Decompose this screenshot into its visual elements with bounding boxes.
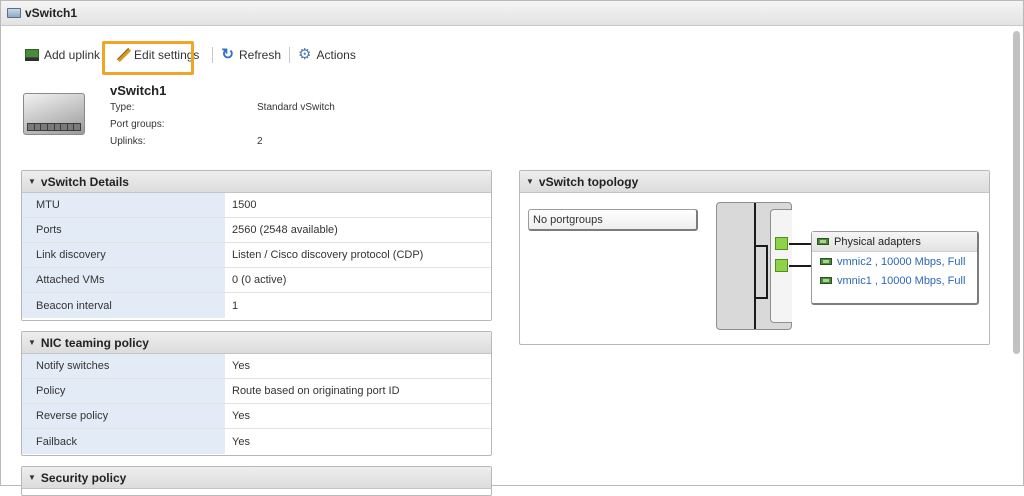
adapter-label[interactable]: vmnic1 , 10000 Mbps, Full: [837, 275, 965, 287]
row-value: Listen / Cisco discovery protocol (CDP): [232, 249, 424, 261]
collapse-triangle-icon: ▼: [28, 338, 36, 347]
uplinks-value: 2: [257, 136, 263, 147]
nic-icon: [820, 277, 832, 284]
window-titlebar: vSwitch1: [1, 1, 1023, 26]
row-value: 1500: [232, 199, 257, 211]
nic-icon: [820, 258, 832, 265]
physical-adapters-box: Physical adapters vmnic2 , 10000 Mbps, F…: [811, 231, 979, 305]
uplink-port-icon[interactable]: [775, 259, 788, 272]
table-row: Beacon interval 1: [22, 293, 491, 318]
gear-icon: ⚙: [298, 46, 312, 63]
portgroups-box[interactable]: No portgroups: [528, 209, 698, 231]
row-label: Attached VMs: [22, 268, 225, 292]
uplink-port-icon[interactable]: [775, 237, 788, 250]
refresh-button[interactable]: ↻ Refresh: [221, 43, 281, 67]
row-label: Policy: [22, 379, 225, 403]
scrollbar-thumb[interactable]: [1013, 31, 1020, 354]
table-row: Ports 2560 (2548 available): [22, 218, 491, 243]
row-label: Link discovery: [22, 243, 225, 267]
row-label: Reverse policy: [22, 404, 225, 428]
vswitch-image: [23, 93, 85, 135]
nic-teaming-title: NIC teaming policy: [40, 335, 149, 350]
row-label: Notify switches: [22, 354, 225, 378]
edit-settings-highlight: [102, 41, 194, 75]
vswitch-topology-header[interactable]: ▼ vSwitch topology: [520, 171, 989, 193]
nic-teaming-panel: ▼ NIC teaming policy Notify switches Yes …: [21, 331, 492, 456]
security-policy-title: Security policy: [40, 470, 127, 485]
row-value: Yes: [232, 435, 250, 448]
table-row: Reverse policy Yes: [22, 404, 491, 429]
port-groups-label: Port groups:: [110, 119, 165, 130]
row-value: 1: [232, 299, 239, 312]
collapse-triangle-icon: ▼: [28, 177, 36, 186]
table-row: Attached VMs 0 (0 active): [22, 268, 491, 293]
row-value: 0 (0 active): [232, 274, 287, 286]
adapter-item[interactable]: vmnic2 , 10000 Mbps, Full: [812, 252, 977, 271]
table-row: Failback Yes: [22, 429, 491, 454]
vswitch-name: vSwitch1: [110, 83, 167, 98]
window-title: vSwitch1: [25, 6, 78, 20]
add-uplink-button[interactable]: Add uplink: [25, 43, 100, 67]
actions-button[interactable]: ⚙ Actions: [298, 43, 356, 67]
vswitch-topology-title: vSwitch topology: [538, 174, 639, 189]
refresh-icon: ↻: [221, 46, 234, 63]
row-label: Ports: [22, 218, 225, 242]
row-value: Route based on originating port ID: [232, 385, 400, 397]
uplink-icon: [25, 49, 39, 61]
table-row: Policy Route based on originating port ID: [22, 379, 491, 404]
switch-icon: [7, 8, 21, 18]
physical-adapters-header: Physical adapters: [812, 232, 977, 252]
add-uplink-label: Add uplink: [44, 48, 101, 62]
nic-icon: [817, 238, 829, 245]
vswitch-window: vSwitch1 Add uplink Edit settings ↻ Refr…: [0, 0, 1024, 496]
table-row: MTU 1500: [22, 193, 491, 218]
row-label: Beacon interval: [22, 293, 225, 318]
type-value: Standard vSwitch: [257, 102, 335, 113]
row-label: MTU: [22, 193, 225, 217]
vswitch-details-title: vSwitch Details: [40, 174, 129, 189]
toolbar-divider: [289, 47, 291, 63]
refresh-label: Refresh: [239, 48, 282, 62]
table-row: Notify switches Yes: [22, 354, 491, 379]
collapse-triangle-icon: ▼: [28, 473, 36, 482]
table-row: Link discovery Listen / Cisco discovery p…: [22, 243, 491, 268]
row-value: Yes: [232, 360, 250, 372]
uplinks-label: Uplinks:: [110, 136, 146, 147]
nic-teaming-header[interactable]: ▼ NIC teaming policy: [22, 332, 491, 354]
row-value: 2560 (2548 available): [232, 224, 338, 236]
row-label: Failback: [22, 429, 225, 454]
vswitch-details-header[interactable]: ▼ vSwitch Details: [22, 171, 491, 193]
adapter-label[interactable]: vmnic2 , 10000 Mbps, Full: [837, 256, 965, 268]
uplink-link: [789, 243, 811, 245]
physical-adapters-title: Physical adapters: [834, 235, 921, 248]
type-label: Type:: [110, 102, 135, 113]
uplink-link: [789, 265, 811, 267]
vswitch-details-panel: ▼ vSwitch Details MTU 1500 Ports 2560 (254…: [21, 170, 492, 321]
toolbar-divider: [212, 47, 214, 63]
switch-bus-line: [754, 203, 756, 329]
actions-label: Actions: [316, 48, 356, 62]
adapter-item[interactable]: vmnic1 , 10000 Mbps, Full: [812, 271, 977, 290]
vertical-scrollbar[interactable]: [1011, 31, 1021, 483]
topology-diagram: No portgroups Physical adapters vmnic2 ,…: [520, 193, 989, 343]
security-policy-panel: ▼ Security policy: [21, 466, 492, 496]
row-value: Yes: [232, 410, 250, 422]
uplink-connector-line: [766, 245, 768, 299]
vswitch-topology-panel: ▼ vSwitch topology No portgroups Physica…: [519, 170, 990, 345]
connector-stub: [755, 297, 767, 299]
collapse-triangle-icon: ▼: [526, 177, 534, 186]
connector-stub: [755, 245, 767, 247]
